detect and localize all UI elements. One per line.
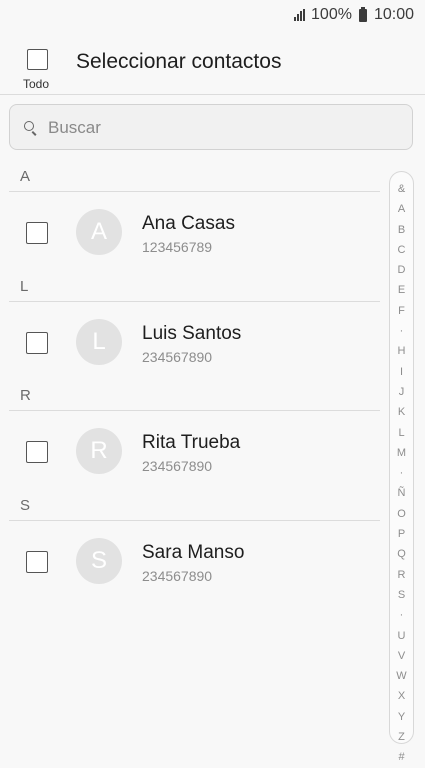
index-letter[interactable]: L (390, 423, 413, 443)
index-letter[interactable]: D (390, 260, 413, 280)
index-letter[interactable]: · (390, 321, 413, 341)
contact-phone: 234567890 (142, 458, 213, 474)
contact-row[interactable]: R Rita Trueba 234567890 (9, 412, 380, 496)
status-icons: 100% 10:00 (294, 6, 414, 24)
index-letter[interactable]: O (390, 504, 413, 524)
contact-checkbox[interactable] (26, 441, 48, 463)
index-letter[interactable]: I (390, 362, 413, 382)
search-input[interactable] (46, 117, 350, 139)
index-letter[interactable]: Ñ (390, 483, 413, 503)
index-letter[interactable]: E (390, 280, 413, 300)
index-letter[interactable]: H (390, 341, 413, 361)
index-letter[interactable]: # (390, 747, 413, 767)
index-letter[interactable]: Z (390, 727, 413, 747)
select-all-checkbox[interactable] (27, 49, 48, 70)
contact-row[interactable]: A Ana Casas 123456789 (9, 193, 380, 277)
search-bar[interactable] (9, 104, 413, 150)
contact-name: Sara Manso (142, 542, 245, 563)
divider (9, 410, 380, 411)
contact-checkbox[interactable] (26, 332, 48, 354)
index-letter[interactable]: · (390, 463, 413, 483)
index-letter[interactable]: J (390, 382, 413, 402)
index-letter[interactable]: F (390, 301, 413, 321)
battery-icon (358, 6, 367, 22)
avatar: S (76, 538, 122, 584)
contact-phone: 234567890 (142, 568, 213, 584)
section-header: L (20, 278, 29, 295)
avatar: R (76, 428, 122, 474)
status-bar: 100% 10:00 (0, 0, 425, 30)
contact-checkbox[interactable] (26, 222, 48, 244)
app-header: Todo Seleccionar contactos (0, 30, 425, 95)
index-letter[interactable]: S (390, 585, 413, 605)
clock: 10:00 (373, 6, 414, 23)
avatar: A (76, 209, 122, 255)
divider (9, 191, 380, 192)
contact-phone: 123456789 (142, 239, 213, 255)
contact-name: Luis Santos (142, 323, 242, 344)
contact-row[interactable]: S Sara Manso 234567890 (9, 522, 380, 606)
section-header: R (20, 387, 31, 404)
search-icon (24, 121, 35, 132)
index-letter-list: & A B C D E F · H I J K L M · Ñ O P Q R S · U V W X Y Z # (390, 179, 413, 768)
select-all-label: Todo (23, 77, 50, 91)
divider (9, 301, 380, 302)
avatar: L (76, 319, 122, 365)
contact-row[interactable]: L Luis Santos 234567890 (9, 303, 380, 387)
contact-checkbox[interactable] (26, 551, 48, 573)
index-letter[interactable]: X (390, 686, 413, 706)
index-letter[interactable]: A (390, 199, 413, 219)
signal-icon (294, 9, 306, 21)
index-letter[interactable]: U (390, 626, 413, 646)
index-letter[interactable]: Q (390, 544, 413, 564)
contact-name: Ana Casas (142, 213, 235, 234)
index-letter[interactable]: C (390, 240, 413, 260)
page-title: Seleccionar contactos (76, 50, 282, 73)
index-letter[interactable]: · (390, 605, 413, 625)
index-letter[interactable]: P (390, 524, 413, 544)
section-header: S (20, 497, 31, 514)
alphabet-index-scroller[interactable]: & A B C D E F · H I J K L M · Ñ O P Q R S · U V W X Y Z # (389, 171, 414, 763)
index-letter[interactable]: B (390, 220, 413, 240)
section-header: A (20, 168, 31, 185)
index-letter[interactable]: R (390, 565, 413, 585)
contact-name: Rita Trueba (142, 432, 241, 453)
index-letter[interactable]: W (390, 666, 413, 686)
contact-phone: 234567890 (142, 349, 213, 365)
index-letter[interactable]: M (390, 443, 413, 463)
index-letter[interactable]: & (390, 179, 413, 199)
index-letter[interactable]: V (390, 646, 413, 666)
index-letter[interactable]: K (390, 402, 413, 422)
battery-percent: 100% (311, 6, 352, 23)
divider (9, 520, 380, 521)
index-letter[interactable]: Y (390, 707, 413, 727)
